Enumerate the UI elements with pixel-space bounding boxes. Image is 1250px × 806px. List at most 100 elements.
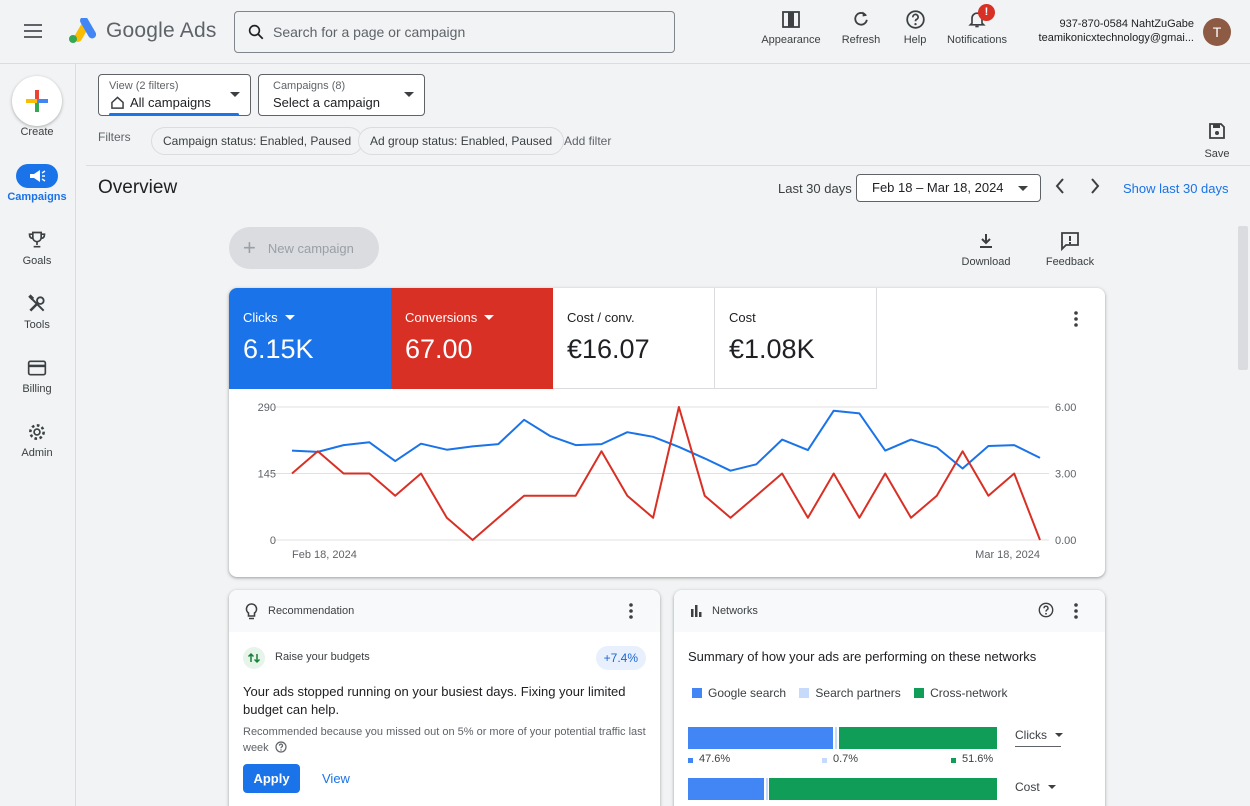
- metric-label: Conversions: [405, 310, 478, 325]
- metric-tile-cost[interactable]: Cost €1.08K: [715, 288, 877, 389]
- download-button[interactable]: Download: [958, 230, 1014, 268]
- next-period-icon[interactable]: [1088, 176, 1102, 196]
- networks-summary: Summary of how your ads are performing o…: [688, 649, 1037, 664]
- line-chart: 290 6.00 145 3.00 0 0.00 Feb 18, 2024 Mar 18,…: [258, 402, 1077, 561]
- feedback-label: Feedback: [1045, 256, 1095, 268]
- date-range-picker[interactable]: Feb 18 – Mar 18, 2024: [856, 174, 1041, 202]
- google-ads-logo[interactable]: Google Ads: [68, 18, 217, 44]
- left-axis-tick-label: 0: [270, 535, 276, 547]
- improvement-badge: +7.4%: [595, 646, 646, 670]
- view-filter-caption: View (2 filters): [109, 80, 179, 92]
- cost-metric-select[interactable]: Cost: [1015, 780, 1057, 794]
- google-ads-logo-icon: [69, 18, 96, 43]
- hamburger-line: [24, 30, 42, 32]
- legend-label: Cross-network: [930, 686, 1008, 700]
- refresh-button[interactable]: Refresh: [838, 8, 884, 46]
- card-header: Networks: [674, 590, 1105, 632]
- bar-segment-google-search: [688, 727, 834, 749]
- bar-segment-google-search: [688, 778, 765, 800]
- more-options-icon[interactable]: [1069, 602, 1083, 620]
- hamburger-line: [24, 36, 42, 38]
- account-info[interactable]: 937-870-0584 NahtZuGabe teamikonicxtechn…: [1024, 17, 1194, 45]
- budget-trend-icon: [243, 647, 265, 669]
- save-label: Save: [1204, 148, 1230, 160]
- save-icon: [1209, 123, 1225, 139]
- x-axis-end-label: Mar 18, 2024: [975, 549, 1040, 561]
- main-menu-button[interactable]: [24, 20, 50, 44]
- filter-chip-campaign-status[interactable]: Campaign status: Enabled, Paused: [151, 127, 364, 155]
- legend-item-google-search: Google search: [692, 686, 786, 700]
- recommendation-header: Recommendation: [268, 605, 355, 617]
- search-input[interactable]: [273, 24, 653, 40]
- nav-item-billing[interactable]: Billing: [0, 356, 74, 395]
- view-link[interactable]: View: [322, 771, 350, 786]
- appearance-label: Appearance: [761, 34, 821, 46]
- refresh-label: Refresh: [841, 34, 881, 46]
- more-options-icon[interactable]: [1069, 310, 1083, 328]
- filter-chip-ad-group-status[interactable]: Ad group status: Enabled, Paused: [358, 127, 565, 155]
- save-button[interactable]: Save: [1200, 122, 1234, 160]
- chevron-down-icon: [1048, 785, 1057, 789]
- account-email: teamikonicxtechnology@gmai...: [1038, 32, 1194, 44]
- show-last-30-days-link[interactable]: Show last 30 days: [1123, 181, 1229, 196]
- recommendation-title: Raise your budgets: [275, 651, 370, 663]
- search-box[interactable]: [234, 11, 675, 53]
- cost-stacked-bar: [688, 778, 997, 800]
- nav-item-tools[interactable]: Tools: [0, 292, 74, 331]
- appearance-button[interactable]: Appearance: [760, 8, 822, 46]
- help-icon: [905, 9, 925, 29]
- clicks-metric-select[interactable]: Clicks: [1015, 728, 1064, 747]
- left-axis-tick-label: 290: [258, 402, 276, 414]
- page-scrollbar[interactable]: [1238, 226, 1248, 370]
- nav-item-goals[interactable]: Goals: [0, 228, 74, 267]
- new-campaign-button[interactable]: + New campaign: [229, 227, 379, 269]
- avatar[interactable]: T: [1203, 18, 1231, 46]
- nav-item-campaigns[interactable]: Campaigns: [0, 164, 74, 203]
- help-icon[interactable]: [275, 741, 287, 753]
- gear-icon: [29, 424, 45, 440]
- metric-value: 6.15K: [243, 334, 314, 364]
- add-filter-button[interactable]: Add filter: [564, 134, 611, 148]
- nav-item-admin[interactable]: Admin: [0, 420, 74, 459]
- nav-label: Tools: [24, 319, 50, 331]
- lightbulb-icon: [245, 603, 258, 620]
- previous-period-icon[interactable]: [1053, 176, 1067, 196]
- plus-icon: [26, 90, 48, 112]
- home-icon: [111, 96, 124, 109]
- legend-swatch: [799, 688, 810, 698]
- notifications-label: Notifications: [947, 34, 1007, 46]
- trophy-icon: [28, 231, 46, 248]
- more-options-icon[interactable]: [624, 602, 638, 620]
- legend-swatch: [914, 688, 925, 698]
- metric-tile-cost-per-conversion[interactable]: Cost / conv. €16.07: [553, 288, 715, 389]
- metric-tile-clicks[interactable]: Clicks 6.15K: [229, 288, 391, 389]
- date-range-label: Last 30 days: [778, 181, 852, 196]
- recommendation-reason: Recommended because you missed out on 5%…: [243, 724, 648, 756]
- legend-item-cross-network: Cross-network: [914, 686, 1007, 700]
- right-axis-tick-label: 3.00: [1055, 469, 1076, 481]
- view-filter-dropdown[interactable]: View (2 filters) All campaigns: [98, 74, 251, 116]
- networks-legend: Google search Search partners Cross-netw…: [692, 686, 1007, 700]
- appearance-icon: [782, 11, 800, 28]
- legend-item-search-partners: Search partners: [799, 686, 901, 700]
- nav-label: Admin: [21, 447, 53, 459]
- bar-segment-search-partners: [835, 727, 838, 749]
- campaigns-filter-dropdown[interactable]: Campaigns (8) Select a campaign: [258, 74, 425, 116]
- view-filter-value: All campaigns: [130, 95, 211, 110]
- help-icon[interactable]: [1038, 602, 1054, 618]
- account-customer-id: 937-870-0584 NahtZuGabe: [1059, 18, 1194, 30]
- notifications-button[interactable]: ! Notifications: [944, 4, 1010, 46]
- legend-label: Google search: [708, 686, 787, 700]
- performance-chart-card: Clicks 6.15K Conversions 67.00 Cost / co…: [229, 288, 1105, 577]
- metric-value: 67.00: [405, 334, 473, 364]
- create-button[interactable]: [12, 76, 62, 126]
- apply-button[interactable]: Apply: [243, 764, 300, 793]
- feedback-button[interactable]: Feedback: [1042, 230, 1098, 268]
- top-app-bar: Google Ads Appearance Refresh Help ! Not…: [0, 0, 1250, 64]
- help-button[interactable]: Help: [898, 8, 932, 46]
- metric-tile-conversions[interactable]: Conversions 67.00: [391, 288, 553, 389]
- legend-label: Search partners: [815, 686, 901, 700]
- chevron-down-icon: [230, 92, 240, 97]
- chevron-down-icon: [484, 315, 495, 320]
- feedback-icon: [1061, 232, 1079, 251]
